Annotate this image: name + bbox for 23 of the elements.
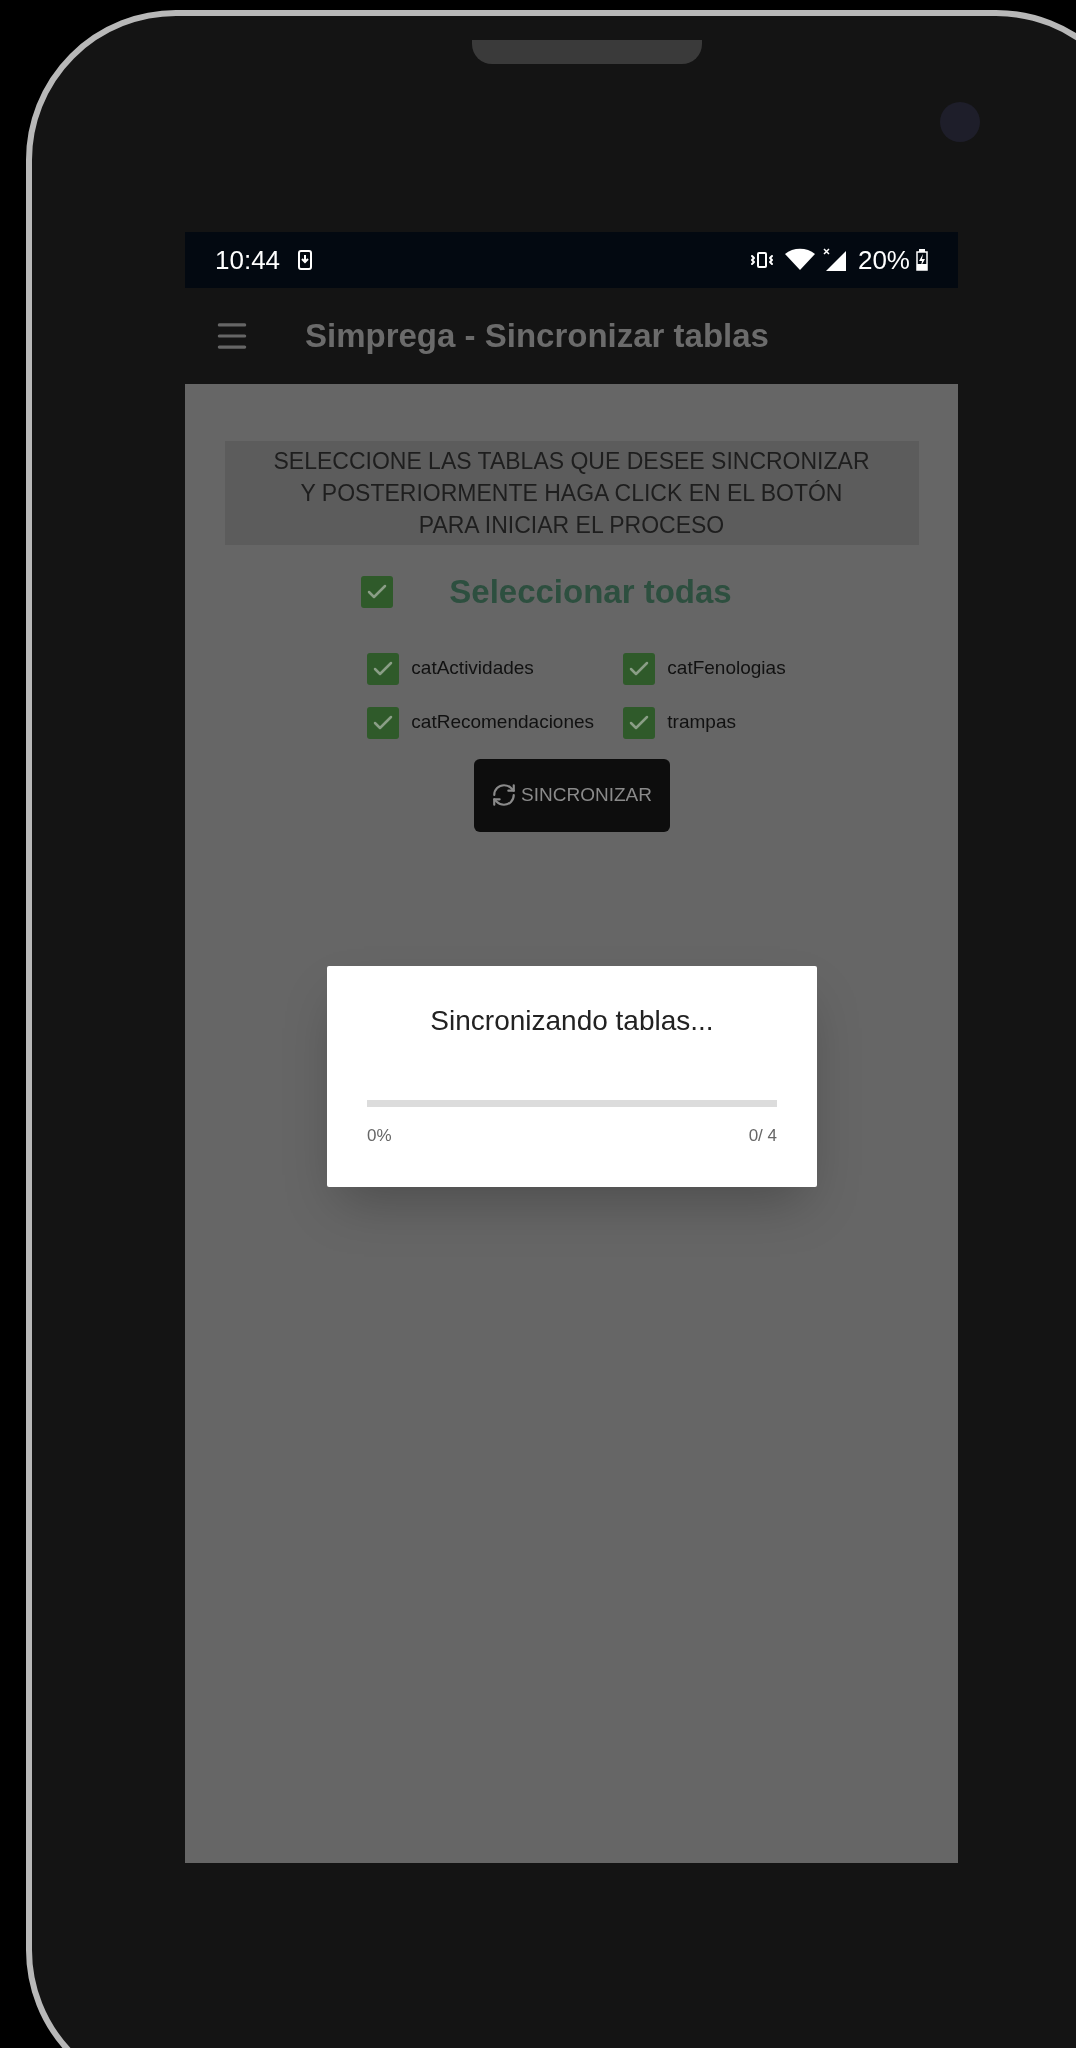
download-notification-icon xyxy=(298,250,313,270)
signal-icon xyxy=(821,247,848,273)
battery-percent: 20% xyxy=(857,243,910,277)
battery-charging-icon xyxy=(916,249,928,271)
wifi-icon xyxy=(783,248,816,272)
checkbox[interactable] xyxy=(623,652,656,685)
table-label: trampas xyxy=(667,710,736,735)
table-label: catRecomendaciones xyxy=(411,710,595,735)
progress-count: 0/ 4 xyxy=(748,1125,777,1147)
progress-percent: 0% xyxy=(367,1125,392,1147)
checkbox[interactable] xyxy=(367,706,400,739)
checkbox[interactable] xyxy=(361,575,394,608)
instructions-text: SELECCIONE LAS TABLAS QUE DESEE SINCRONIZAR Y POSTERIORMENTE HAGA CLICK EN EL BOTÓN PARA INICIAR EL PROCESO xyxy=(224,441,919,545)
table-label: catFenologias xyxy=(667,656,786,681)
sync-button[interactable]: SINCRONIZAR xyxy=(473,758,670,832)
dialog-title: Sincronizando tablas... xyxy=(430,1004,714,1038)
sync-icon xyxy=(491,782,518,808)
app-title: Simprega - Sincronizar tablas xyxy=(305,316,769,357)
table-label: catActividades xyxy=(411,656,534,681)
status-time: 10:44 xyxy=(215,243,281,277)
checkbox[interactable] xyxy=(367,652,400,685)
checkbox[interactable] xyxy=(623,706,656,739)
select-all-label: Seleccionar todas xyxy=(449,572,732,612)
